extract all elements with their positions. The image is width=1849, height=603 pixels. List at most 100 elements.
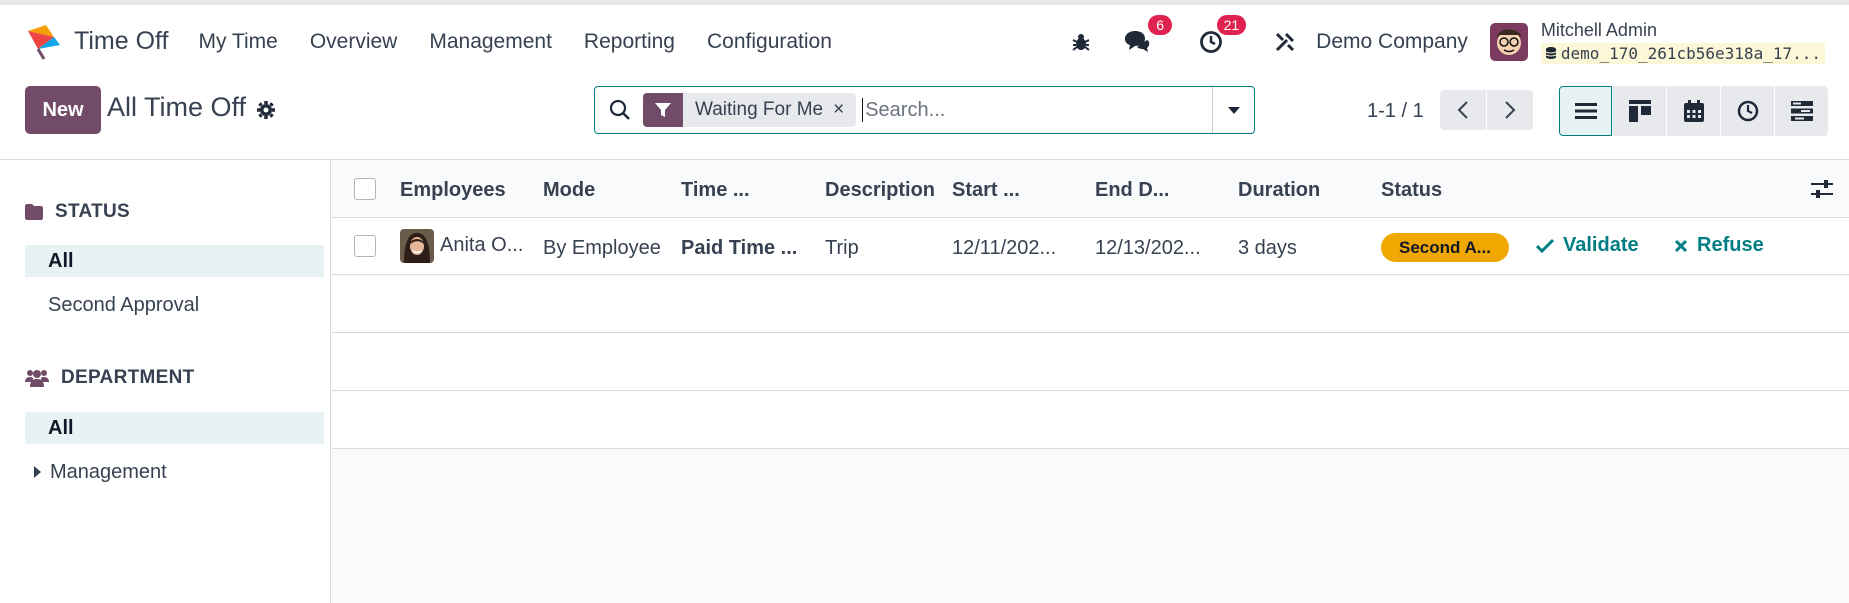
activity-view-button[interactable] <box>1721 86 1774 136</box>
top-navbar: Time Off My Time Overview Management Rep… <box>0 0 1849 78</box>
column-duration[interactable]: Duration <box>1238 179 1320 202</box>
column-status[interactable]: Status <box>1381 179 1442 202</box>
column-mode[interactable]: Mode <box>543 179 595 202</box>
column-start-date[interactable]: Start ... <box>952 179 1020 202</box>
gantt-view-icon <box>1790 101 1813 121</box>
filter-icon <box>655 103 671 117</box>
row-checkbox[interactable] <box>354 235 376 257</box>
x-icon <box>1674 239 1688 252</box>
empty-row <box>332 334 1849 391</box>
cell-duration: 3 days <box>1238 237 1297 259</box>
user-avatar[interactable] <box>1489 22 1528 61</box>
search-facet: Waiting For Me × <box>643 93 857 127</box>
messages-button[interactable]: 6 <box>1120 14 1173 59</box>
search-bar: Waiting For Me × <box>594 86 1255 134</box>
folder-icon <box>25 204 43 220</box>
app-name: Time Off <box>74 27 169 55</box>
menu-management[interactable]: Management <box>429 30 552 54</box>
activities-button[interactable]: 21 <box>1194 14 1247 59</box>
settings-sliders-icon[interactable] <box>1811 179 1833 199</box>
database-name-text: demo_170_261cb56e318a_17... <box>1560 43 1821 63</box>
facet-label: Waiting For Me <box>695 99 824 120</box>
user-menu[interactable]: Mitchell Admin demo_170_261cb56e318a_17.… <box>1540 19 1825 64</box>
kanban-view-button[interactable] <box>1613 86 1666 136</box>
cell-employee: Anita O... <box>440 234 524 256</box>
caret-right-icon[interactable] <box>34 466 41 478</box>
caret-down-icon <box>1227 107 1240 114</box>
menu-configuration[interactable]: Configuration <box>707 30 832 54</box>
facet-filter <box>643 93 683 127</box>
company-switcher[interactable]: Demo Company <box>1316 30 1468 54</box>
pager-value[interactable]: 1-1 / 1 <box>1367 100 1424 123</box>
column-description[interactable]: Description <box>825 179 935 202</box>
select-all-checkbox[interactable] <box>354 178 376 200</box>
column-employees[interactable]: Employees <box>400 179 506 202</box>
cell-description: Trip <box>825 237 859 259</box>
search-input[interactable] <box>862 98 1183 122</box>
cell-mode: By Employee <box>543 237 661 259</box>
menu-reporting[interactable]: Reporting <box>584 30 675 54</box>
gear-icon[interactable] <box>256 100 276 120</box>
messages-badge: 6 <box>1148 14 1173 35</box>
tools-icon <box>1276 32 1295 51</box>
settings-tools-button[interactable] <box>1268 25 1302 59</box>
pager-previous-button[interactable] <box>1440 90 1486 130</box>
pager-next-button[interactable] <box>1487 90 1533 130</box>
table-header: Employees Mode Time ... Description Star… <box>332 160 1849 218</box>
status-badge: Second A... <box>1381 233 1509 262</box>
list-view: Employees Mode Time ... Description Star… <box>332 160 1849 603</box>
gantt-view-button[interactable] <box>1775 86 1828 136</box>
kanban-view-icon <box>1628 100 1651 122</box>
status-section-header: STATUS <box>25 201 130 223</box>
list-view-button[interactable] <box>1559 86 1612 136</box>
main-menu: My Time Overview Management Reporting Co… <box>198 30 863 54</box>
empty-row <box>332 392 1849 449</box>
chevron-left-icon <box>1457 101 1468 119</box>
app-brand[interactable]: Time Off <box>24 23 168 61</box>
validate-button[interactable]: Validate <box>1536 234 1639 257</box>
refuse-label: Refuse <box>1697 234 1764 256</box>
menu-overview[interactable]: Overview <box>310 30 398 54</box>
empty-row <box>332 276 1849 333</box>
employee-avatar-image <box>400 229 434 263</box>
validate-label: Validate <box>1563 234 1639 256</box>
calendar-view-button[interactable] <box>1667 86 1720 136</box>
department-header-label: DEPARTMENT <box>61 367 195 388</box>
new-button[interactable]: New <box>25 86 101 134</box>
database-name: demo_170_261cb56e318a_17... <box>1540 42 1825 64</box>
clock-icon <box>1200 30 1223 53</box>
debug-button[interactable] <box>1064 25 1098 59</box>
status-item-all[interactable]: All <box>25 245 324 277</box>
systray: 6 21 Demo Company Mitchell Admin demo_17… <box>1064 5 1849 78</box>
activities-badge: 21 <box>1216 14 1247 35</box>
department-item-all[interactable]: All <box>25 412 324 444</box>
search-icon <box>609 99 630 120</box>
control-panel: New All Time Off Waiting For Me × Search… <box>0 78 1849 160</box>
refuse-button[interactable]: Refuse <box>1674 234 1764 257</box>
search-options-toggle[interactable] <box>1212 87 1254 133</box>
column-end-date[interactable]: End D... <box>1095 179 1169 202</box>
search-panel: STATUS All Second Approval DEPARTMENT Al… <box>0 160 331 603</box>
department-item-label: Management <box>50 460 167 483</box>
close-icon[interactable]: × <box>833 99 856 121</box>
cell-start-date: 12/11/202... <box>952 237 1057 259</box>
column-time-off-type[interactable]: Time ... <box>681 179 750 202</box>
department-section-header: DEPARTMENT <box>25 367 195 389</box>
time-off-app-icon <box>28 24 60 60</box>
calendar-view-icon <box>1683 100 1704 122</box>
user-avatar-image <box>1489 22 1528 61</box>
department-item-management[interactable]: Management <box>25 456 324 488</box>
activity-view-icon <box>1737 100 1758 122</box>
employee-avatar <box>400 229 434 263</box>
menu-my-time[interactable]: My Time <box>198 30 277 54</box>
list-view-icon <box>1574 103 1597 119</box>
cell-time-off-type: Paid Time ... <box>681 237 798 259</box>
database-icon <box>1545 47 1557 59</box>
check-icon <box>1536 238 1554 253</box>
user-name: Mitchell Admin <box>1540 19 1657 40</box>
users-icon <box>25 370 49 387</box>
status-item-second-approval[interactable]: Second Approval <box>25 289 324 321</box>
table-row[interactable]: Anita O... By Employee Paid Time ... Tri… <box>332 218 1849 275</box>
cell-end-date: 12/13/202... <box>1095 237 1201 259</box>
bug-icon <box>1072 33 1090 51</box>
